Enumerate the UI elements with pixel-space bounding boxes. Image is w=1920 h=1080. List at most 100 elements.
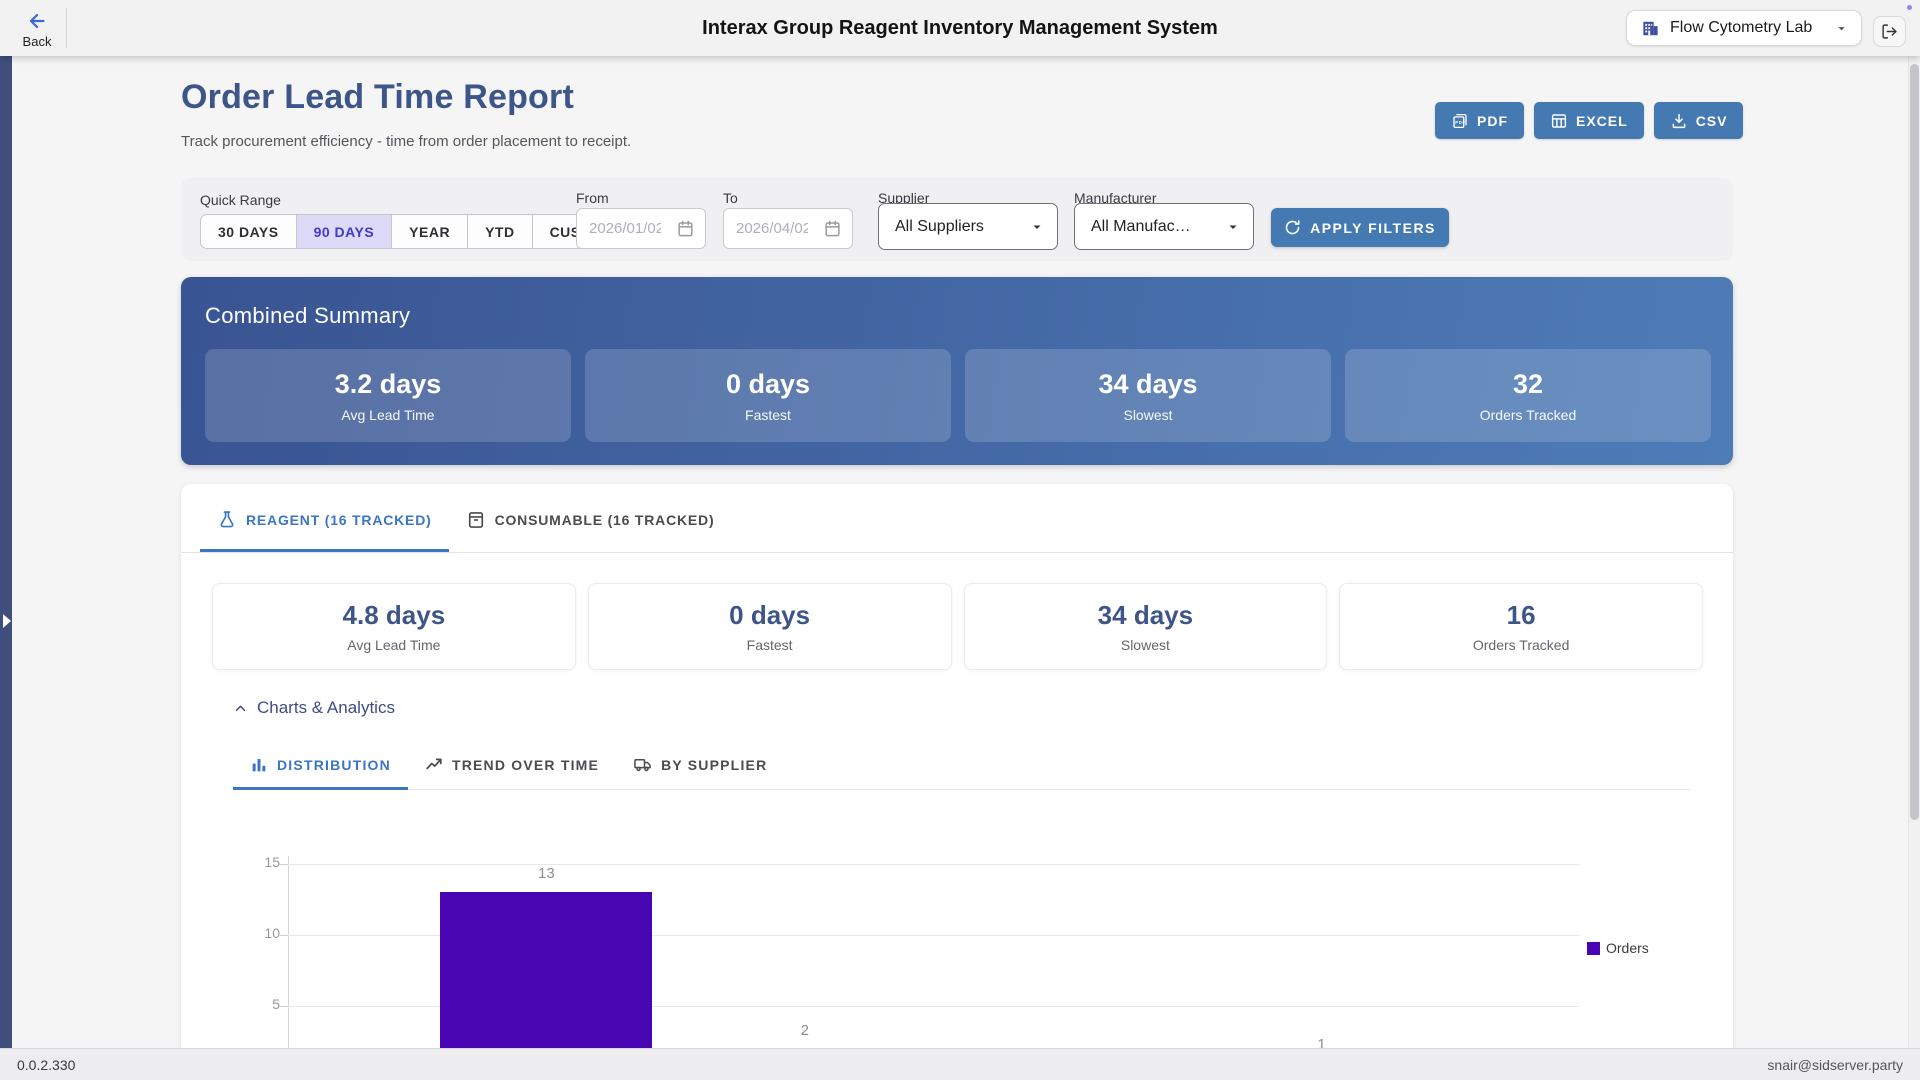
chart-tab-trend-over-time[interactable]: TREND OVER TIME [408,742,616,790]
stat-label: Slowest [1121,637,1170,653]
summary-tile-slowest: 34 days Slowest [965,349,1331,442]
category-stat-cards: 4.8 days Avg Lead Time 0 days Fastest 34… [212,583,1703,670]
chart-bar-value-label: 2 [765,1022,845,1039]
apply-filters-label: APPLY FILTERS [1310,220,1436,236]
status-bar: 0.0.2.330 snair@sidserver.party [0,1048,1920,1080]
stat-value: 0 days [729,600,810,631]
chart-y-tick-label: 5 [240,996,280,1012]
quick-range-year[interactable]: YEAR [391,215,467,248]
combined-summary-panel: Combined Summary 3.2 days Avg Lead Time … [181,277,1733,465]
export-csv-button[interactable]: CSV [1654,102,1744,139]
trend-line-icon [425,756,443,774]
chevron-up-icon [233,701,248,716]
supplier-value: All Suppliers [895,218,984,236]
caret-down-icon [1031,221,1043,233]
quick-range-ytd[interactable]: YTD [467,215,532,248]
logout-icon [1881,23,1898,40]
stat-label: Avg Lead Time [347,637,440,653]
chart-tab-distribution[interactable]: DISTRIBUTION [233,742,408,790]
bar-chart-icon [250,756,268,774]
export-pdf-button[interactable]: PDF PDF [1435,102,1524,139]
tab-consumable-label: CONSUMABLE (16 TRACKED) [495,512,715,528]
lab-selector-value: Flow Cytometry Lab [1670,19,1812,37]
export-button-group: PDF PDF EXCEL CSV [1435,102,1743,139]
stat-value: 34 days [1098,600,1193,631]
from-date-input[interactable]: 2026/01/02 [576,208,706,249]
chart-y-tick-label: 10 [240,925,280,941]
export-excel-label: EXCEL [1576,113,1628,129]
vertical-scrollbar-track[interactable] [1908,56,1920,1048]
stat-label: Avg Lead Time [341,407,434,423]
lab-selector-dropdown[interactable]: Flow Cytometry Lab [1626,10,1862,46]
export-pdf-label: PDF [1477,113,1508,129]
stat-card-avg-lead-time: 4.8 days Avg Lead Time [212,583,576,670]
chart-tab-bar: DISTRIBUTION TREND OVER TIME BY SUPPL [233,742,1690,790]
chart-tab-by-supplier-label: BY SUPPLIER [661,757,767,773]
stat-card-orders-tracked: 16 Orders Tracked [1339,583,1703,670]
stat-label: Orders Tracked [1480,407,1576,423]
building-icon [1641,19,1660,38]
calendar-icon [823,219,842,238]
collapsed-sidebar-strip [0,56,12,1048]
pdf-pages-icon: PDF [1451,112,1469,130]
sidebar-expand-arrow-icon[interactable] [3,614,11,628]
to-date-input[interactable]: 2026/04/02 [723,208,853,249]
truck-icon [633,755,652,774]
chart-tick-mark [280,935,288,936]
summary-tile-fastest: 0 days Fastest [585,349,951,442]
filter-panel: Quick Range 30 DAYS 90 DAYS YEAR YTD CUS… [181,178,1733,261]
chart-y-tick-label: 15 [240,854,280,870]
top-bar: Back Interax Group Reagent Inventory Man… [0,0,1920,56]
tab-reagent[interactable]: REAGENT (16 TRACKED) [200,490,449,552]
export-excel-button[interactable]: EXCEL [1534,102,1644,139]
calendar-icon [676,219,695,238]
quick-range-30-days[interactable]: 30 DAYS [201,215,296,248]
logout-button[interactable] [1873,16,1906,47]
to-date-label: To [723,190,738,206]
stat-card-fastest: 0 days Fastest [588,583,952,670]
chart-tab-by-supplier[interactable]: BY SUPPLIER [616,742,784,790]
legend-label: Orders [1606,940,1649,956]
charts-analytics-title: Charts & Analytics [257,698,395,718]
charts-analytics-collapse-header[interactable]: Charts & Analytics [233,698,395,718]
logged-in-user: snair@sidserver.party [1767,1057,1903,1073]
chart-tab-trend-label: TREND OVER TIME [452,757,599,773]
stat-value: 0 days [726,369,810,400]
manufacturer-select[interactable]: All Manufacturers [1074,203,1254,250]
svg-text:PDF: PDF [1455,120,1466,125]
stat-value: 3.2 days [335,369,442,400]
apply-filters-button[interactable]: APPLY FILTERS [1271,208,1449,247]
chart-tick-mark [280,864,288,865]
supplier-select[interactable]: All Suppliers [878,203,1058,250]
chart-bar-value-label: 13 [506,865,586,882]
export-csv-label: CSV [1696,113,1728,129]
flask-icon [217,510,237,530]
quick-range-90-days[interactable]: 90 DAYS [296,215,392,248]
tab-consumable[interactable]: CONSUMABLE (16 TRACKED) [449,490,732,552]
summary-tile-avg-lead-time: 3.2 days Avg Lead Time [205,349,571,442]
tab-reagent-label: REAGENT (16 TRACKED) [246,512,432,528]
stat-label: Fastest [745,407,791,423]
caret-down-icon [1227,221,1239,233]
vertical-scrollbar-thumb[interactable] [1910,64,1919,820]
chart-gridline [288,864,1580,865]
stat-value: 32 [1513,369,1543,400]
from-date-value: 2026/01/02 [589,220,661,237]
stat-value: 4.8 days [343,600,446,631]
quick-range-label: Quick Range [200,192,281,208]
stat-label: Slowest [1123,407,1172,423]
combined-summary-title: Combined Summary [205,303,410,329]
chart-y-axis-line [288,856,289,1080]
lead-time-distribution-chart: 5101513201Orders [181,824,1733,1080]
chart-legend[interactable]: Orders [1587,940,1649,956]
chart-tab-distribution-label: DISTRIBUTION [277,757,391,773]
to-date-value: 2026/04/02 [736,220,808,237]
combined-summary-tiles: 3.2 days Avg Lead Time 0 days Fastest 34… [205,349,1711,442]
quick-range-segmented-control: 30 DAYS 90 DAYS YEAR YTD CUSTOM [200,214,631,249]
category-tab-bar: REAGENT (16 TRACKED) CONSUMABLE (16 TRAC… [181,490,1733,553]
manufacturer-value: All Manufacturers [1091,218,1195,236]
report-detail-card: REAGENT (16 TRACKED) CONSUMABLE (16 TRAC… [181,484,1733,1080]
summary-tile-orders-tracked: 32 Orders Tracked [1345,349,1711,442]
stat-value: 16 [1507,600,1536,631]
focus-indicator-dot [1907,5,1912,10]
